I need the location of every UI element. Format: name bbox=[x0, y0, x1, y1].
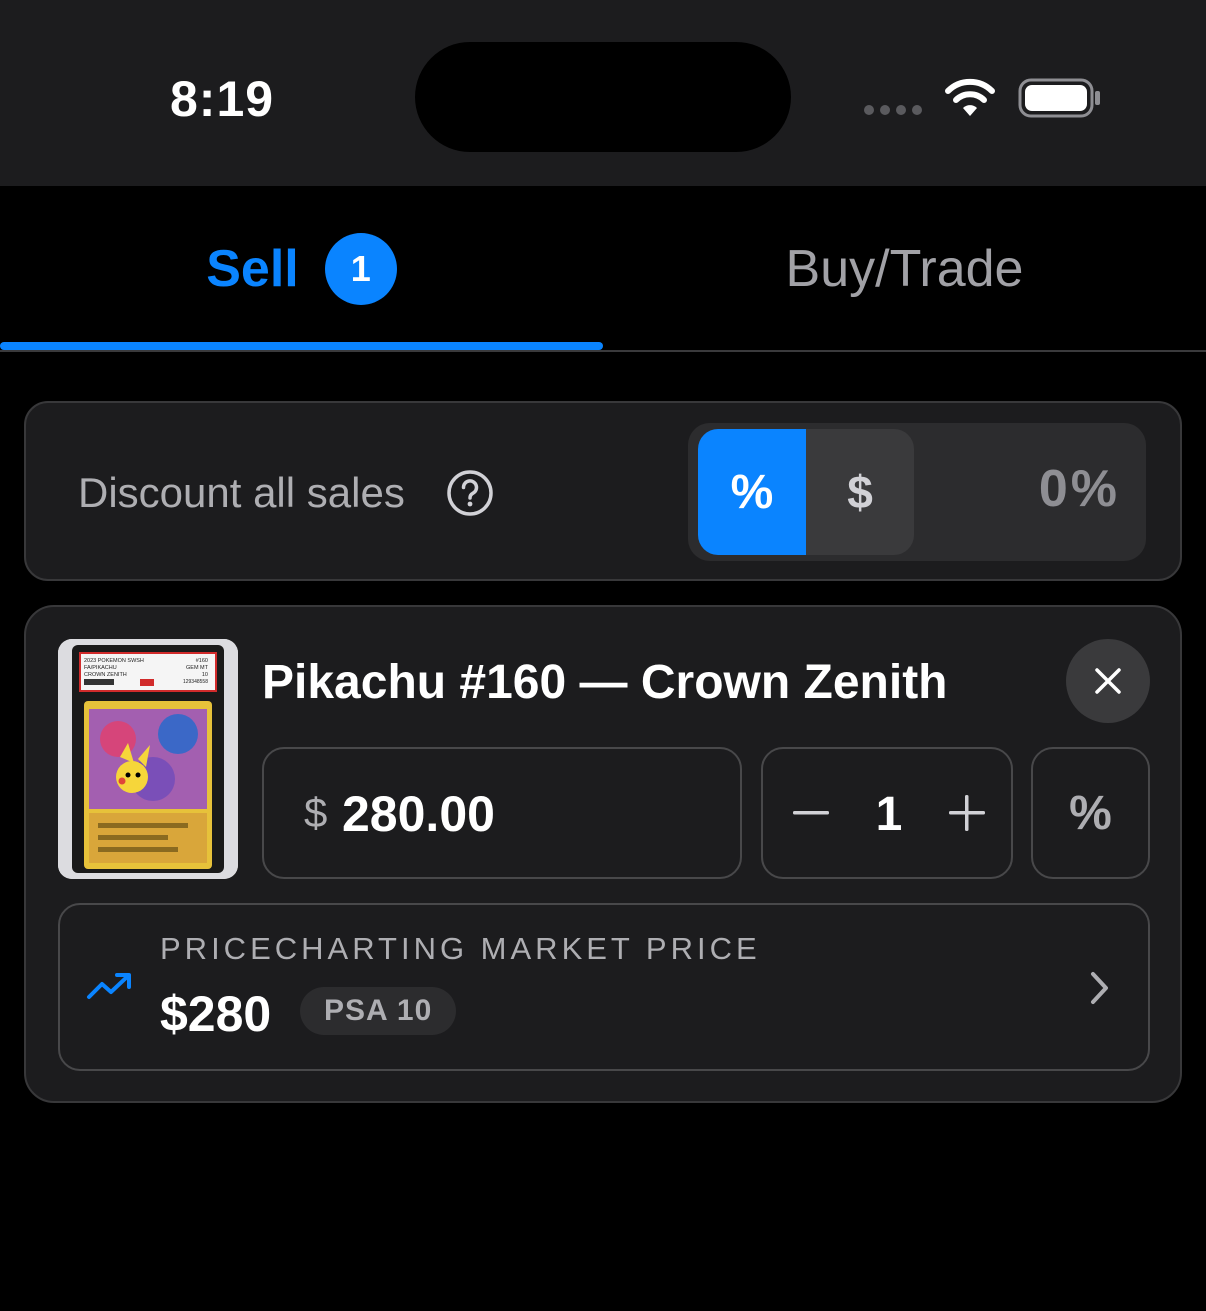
slab-cert: 129348558 bbox=[183, 679, 208, 685]
trending-up-icon bbox=[87, 973, 131, 999]
active-tab-indicator bbox=[0, 342, 603, 350]
quantity-stepper: 1 bbox=[761, 747, 1013, 879]
battery-icon bbox=[1018, 78, 1100, 118]
market-price-value: $280 bbox=[160, 986, 272, 1042]
question-circle-icon[interactable] bbox=[446, 469, 494, 517]
discount-value-input[interactable]: 0% bbox=[1039, 459, 1120, 519]
item-title: Pikachu #160 — Crown Zenith bbox=[262, 656, 948, 709]
price-currency-symbol: $ bbox=[304, 789, 328, 836]
tab-sell-count-badge: 1 bbox=[324, 233, 397, 305]
tab-buy-trade[interactable]: Buy/Trade bbox=[603, 186, 1206, 352]
remove-item-button[interactable] bbox=[1066, 639, 1150, 723]
sell-item-card: 2023 POKEMON SWSH FA/PIKACHU CROWN ZENIT… bbox=[24, 605, 1182, 1103]
tab-divider bbox=[0, 350, 1206, 352]
slab-grade-num: 10 bbox=[202, 672, 208, 678]
quantity-decrement-button[interactable] bbox=[783, 783, 839, 843]
tab-bar: Sell 1 Buy/Trade bbox=[0, 186, 1206, 352]
discount-all-sales-card: Discount all sales % $ 0% bbox=[24, 401, 1182, 581]
slab-grade-text: GEM MT bbox=[186, 665, 209, 671]
plus-icon bbox=[949, 795, 985, 831]
status-bar: 8:19 bbox=[0, 0, 1206, 186]
discount-percent-option[interactable]: % bbox=[698, 429, 806, 555]
tab-sell-label: Sell bbox=[206, 240, 299, 298]
dynamic-island bbox=[415, 42, 791, 152]
quantity-value: 1 bbox=[875, 788, 903, 841]
cellular-signal-icon bbox=[864, 105, 922, 115]
price-value[interactable]: 280.00 bbox=[342, 785, 495, 843]
quantity-increment-button[interactable] bbox=[939, 783, 995, 843]
item-percent-toggle-button[interactable]: % bbox=[1031, 747, 1150, 879]
discount-dollar-option[interactable]: $ bbox=[806, 429, 914, 555]
slab-line1: 2023 POKEMON SWSH bbox=[84, 658, 144, 664]
chevron-right-icon bbox=[1091, 972, 1108, 1004]
tab-sell[interactable]: Sell 1 bbox=[0, 186, 603, 352]
slab-line3: CROWN ZENITH bbox=[84, 672, 127, 678]
status-time: 8:19 bbox=[170, 71, 275, 127]
market-price-row[interactable]: PRICECHARTING MARKET PRICE $280 PSA 10 bbox=[58, 903, 1150, 1071]
discount-mode-segmented-control: % $ 0% bbox=[688, 423, 1146, 561]
tab-buy-trade-label: Buy/Trade bbox=[785, 240, 1024, 298]
card-slab-thumbnail[interactable]: 2023 POKEMON SWSH FA/PIKACHU CROWN ZENIT… bbox=[58, 639, 238, 879]
discount-label: Discount all sales bbox=[78, 469, 405, 516]
grade-badge: PSA 10 bbox=[300, 987, 457, 1035]
wifi-icon bbox=[945, 78, 995, 116]
market-price-label: PRICECHARTING MARKET PRICE bbox=[160, 931, 761, 966]
price-input[interactable]: $ 280.00 bbox=[262, 747, 742, 879]
minus-icon bbox=[793, 811, 829, 815]
slab-line2: FA/PIKACHU bbox=[84, 665, 117, 671]
close-icon bbox=[1095, 668, 1121, 694]
slab-number: #160 bbox=[196, 658, 208, 664]
